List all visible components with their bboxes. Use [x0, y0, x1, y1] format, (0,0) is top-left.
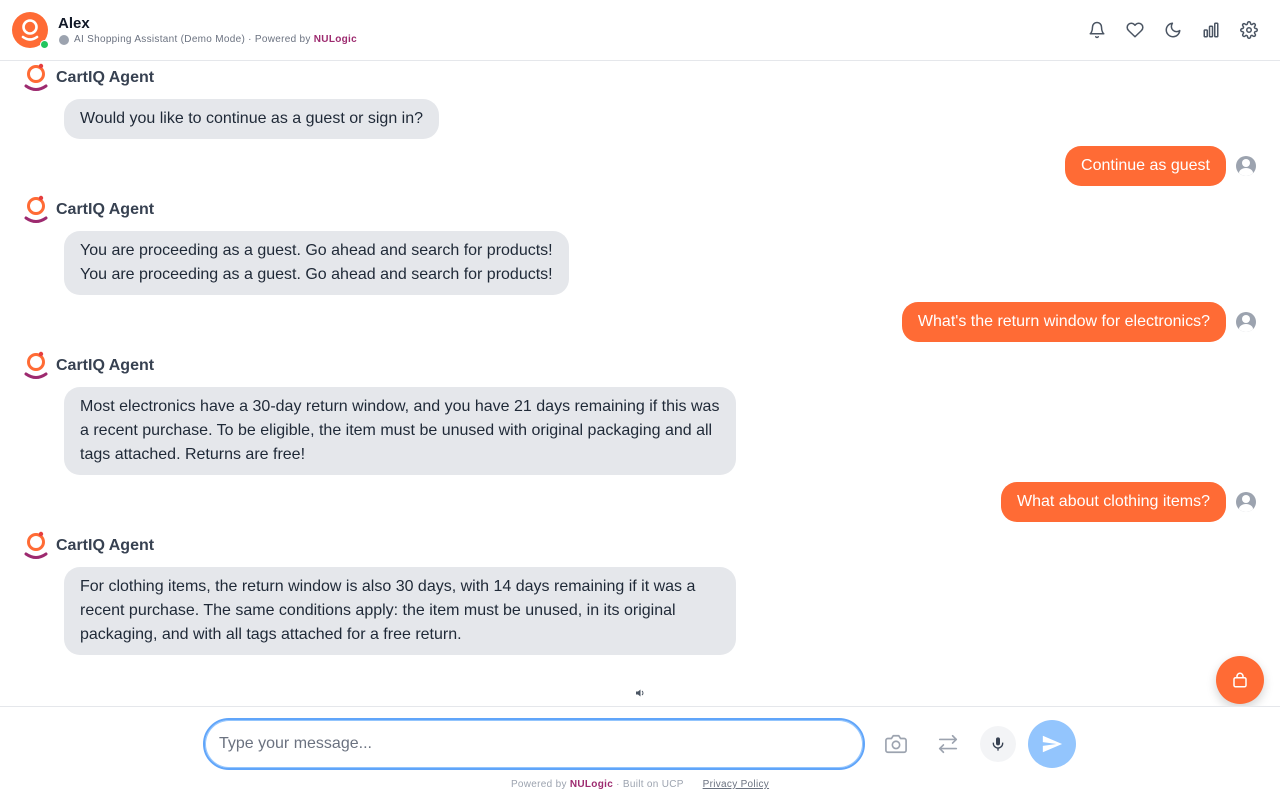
user-message: What's the return window for electronics…	[901, 302, 1256, 342]
agent-message: CartIQ Agent You are proceeding as a gue…	[22, 193, 569, 295]
privacy-policy-link[interactable]: Privacy Policy	[703, 779, 769, 790]
header-actions	[1086, 19, 1260, 41]
agent-message: CartIQ Agent For clothing items, the ret…	[22, 529, 736, 655]
user-message: Continue as guest	[1065, 146, 1256, 186]
send-icon	[1042, 735, 1063, 753]
agent-name: CartIQ Agent	[56, 69, 155, 86]
speaker-icon[interactable]	[634, 686, 646, 698]
footer-powered: Powered by	[510, 779, 567, 790]
shopping-bag-button[interactable]	[1216, 656, 1264, 704]
user-avatar-icon	[1236, 156, 1256, 176]
swap-button[interactable]	[932, 728, 964, 760]
agent-name: CartIQ Agent	[56, 201, 155, 218]
send-button[interactable]	[1028, 720, 1076, 768]
footer-brand: NULogic	[569, 779, 614, 790]
agent-bubble-line: You are proceeding as a guest. Go ahead …	[80, 242, 553, 259]
info-icon	[59, 34, 69, 45]
shopping-bag-icon	[1233, 672, 1247, 688]
agent-bubble: For clothing items, the return window is…	[64, 567, 736, 655]
gear-icon[interactable]	[1238, 19, 1260, 41]
bar-chart-icon[interactable]	[1200, 19, 1222, 41]
footer-text: Powered by NULogic · Built on UCP Privac…	[0, 779, 1280, 790]
bell-icon[interactable]	[1086, 19, 1108, 41]
user-message: What about clothing items?	[1001, 482, 1256, 522]
brand-name: NULogic	[313, 34, 357, 45]
agent-bubble: Most electronics have a 30-day return wi…	[64, 387, 736, 475]
microphone-button[interactable]	[980, 726, 1016, 762]
agent-logo-icon	[24, 351, 48, 379]
agent-logo-icon	[24, 531, 48, 559]
agent-bubble: Would you like to continue as a guest or…	[64, 99, 440, 139]
user-bubble: What's the return window for electronics…	[901, 302, 1226, 342]
agent-bubble-line: You are proceeding as a guest. Go ahead …	[80, 266, 553, 283]
heart-icon[interactable]	[1124, 19, 1146, 41]
agent-message: CartIQ Agent Would you like to continue …	[22, 61, 440, 139]
footer-built-on: · Built on UCP	[616, 779, 684, 790]
online-status-dot	[40, 40, 49, 49]
user-avatar-icon	[1236, 492, 1256, 512]
agent-name: CartIQ Agent	[56, 537, 155, 554]
user-bubble: Continue as guest	[1065, 146, 1226, 186]
camera-icon	[885, 734, 907, 754]
camera-button[interactable]	[880, 728, 912, 760]
agent-bubble: You are proceeding as a guest. Go ahead …	[64, 231, 569, 295]
user-name: Alex	[58, 15, 90, 32]
message-input[interactable]	[203, 718, 865, 770]
microphone-icon	[992, 737, 1004, 751]
swap-arrows-icon	[938, 734, 958, 754]
header-subtitle: AI Shopping Assistant (Demo Mode) · Powe…	[59, 34, 357, 45]
agent-logo-icon	[24, 195, 48, 223]
agent-message: CartIQ Agent Most electronics have a 30-…	[22, 349, 736, 475]
agent-name: CartIQ Agent	[56, 357, 155, 374]
subtitle-text: AI Shopping Assistant (Demo Mode) · Powe…	[74, 34, 311, 45]
app-header: Alex AI Shopping Assistant (Demo Mode) ·…	[0, 0, 1280, 61]
agent-logo-icon	[24, 63, 48, 91]
user-bubble: What about clothing items?	[1001, 482, 1226, 522]
brand-logo-icon	[21, 19, 39, 41]
user-avatar-icon	[1236, 312, 1256, 332]
moon-icon[interactable]	[1162, 19, 1184, 41]
